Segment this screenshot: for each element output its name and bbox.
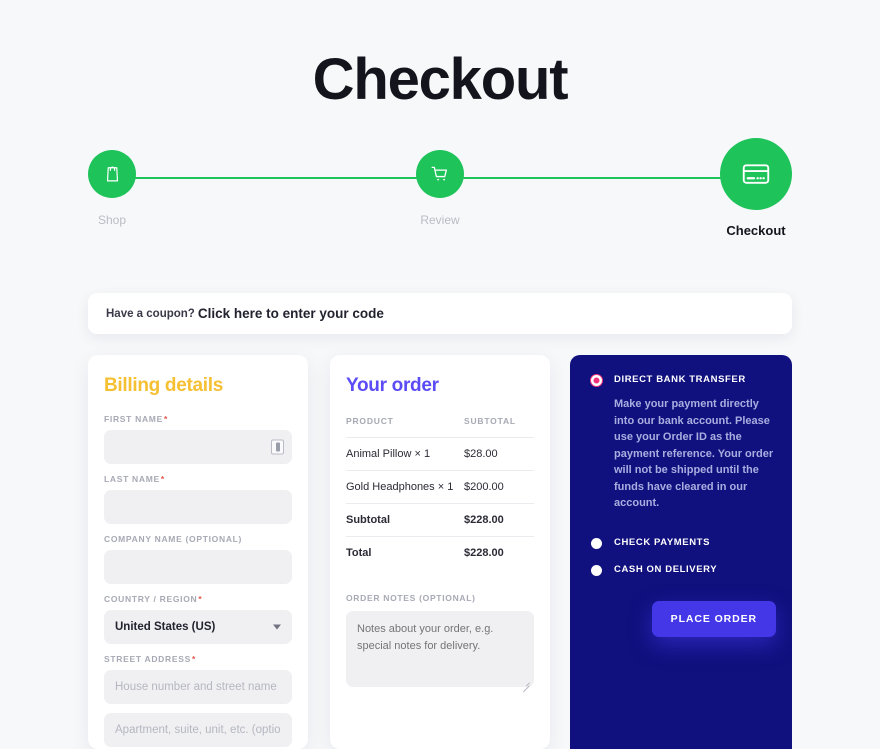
order-table-head: PRODUCT SUBTOTAL [346, 416, 534, 438]
order-row-product: Gold Headphones × 1 [346, 470, 456, 504]
first-name-field-group: FIRST NAME* [104, 414, 292, 464]
table-row: Total $228.00 [346, 536, 534, 569]
coupon-link[interactable]: Click here to enter your code [198, 306, 384, 321]
first-name-input[interactable] [104, 430, 292, 464]
country-region-select[interactable]: United States (US) [104, 610, 292, 644]
stepper-step-shop-label: Shop [97, 213, 127, 227]
required-asterisk: * [191, 654, 196, 664]
country-region-field-group: COUNTRY / REGION* United States (US) [104, 594, 292, 644]
street-address-line1-input[interactable] [104, 670, 292, 704]
place-order-button[interactable]: Place order [651, 600, 776, 637]
stepper-step-shop[interactable]: Shop [88, 150, 136, 228]
order-subtotal-label: Subtotal [346, 503, 456, 537]
first-name-input-wrap [104, 430, 292, 464]
credit-card-icon [742, 164, 770, 184]
last-name-label-text: LAST NAME [104, 474, 160, 484]
stepper-step-checkout-circle [720, 138, 792, 210]
order-row-subtotal: $200.00 [456, 470, 534, 504]
order-summary-table: PRODUCT SUBTOTAL Animal Pillow × 1 $28.0… [346, 416, 534, 569]
company-name-input[interactable] [104, 550, 292, 584]
last-name-input[interactable] [104, 490, 292, 524]
required-asterisk: * [198, 594, 203, 604]
order-notes-wrap [346, 611, 534, 693]
checkout-page: Checkout Shop Review Checkout Have a cou… [0, 0, 880, 749]
last-name-field-group: LAST NAME* [104, 474, 292, 524]
order-subtotal-value: $228.00 [456, 503, 534, 537]
order-row-subtotal: $28.00 [456, 437, 534, 471]
checkout-progress-stepper: Shop Review Checkout [88, 138, 792, 260]
stepper-step-checkout[interactable]: Checkout [720, 138, 792, 239]
payment-option-description: Make your payment directly into our bank… [614, 398, 774, 509]
required-asterisk: * [160, 474, 165, 484]
your-order-title: Your order [346, 375, 439, 396]
payment-option-label: CHECK PAYMENTS [614, 536, 711, 548]
table-row: Gold Headphones × 1 $200.00 [346, 470, 534, 504]
required-asterisk: * [163, 414, 168, 424]
country-region-label-text: COUNTRY / REGION [104, 594, 198, 604]
order-table-header-row: PRODUCT SUBTOTAL [346, 416, 534, 438]
stepper-step-review-label: Review [420, 213, 460, 227]
last-name-label: LAST NAME* [104, 474, 292, 484]
payment-methods-panel: DIRECT BANK TRANSFER Make your payment d… [570, 355, 792, 749]
first-name-label: FIRST NAME* [104, 414, 292, 424]
order-column-subtotal: SUBTOTAL [464, 416, 516, 426]
company-name-field-group: COMPANY NAME (OPTIONAL) [104, 534, 292, 584]
stepper-step-review[interactable]: Review [416, 150, 464, 228]
first-name-label-text: FIRST NAME [104, 414, 163, 424]
coupon-bar[interactable]: Have a coupon? Click here to enter your … [88, 293, 792, 334]
radio-cash-on-delivery[interactable] [591, 564, 602, 576]
billing-details-card: Billing details FIRST NAME* LAST NAME* C… [88, 355, 308, 749]
payment-option-label: DIRECT BANK TRANSFER [614, 374, 746, 385]
order-total-label: Total [346, 536, 456, 569]
stepper-step-shop-circle [88, 150, 136, 198]
stepper-step-review-circle [416, 150, 464, 198]
order-table-body: Animal Pillow × 1 $28.00 Gold Headphones… [346, 437, 534, 569]
table-row: Subtotal $228.00 [346, 503, 534, 537]
your-order-card: Your order PRODUCT SUBTOTAL Animal Pillo… [330, 355, 550, 749]
autofill-contact-icon[interactable] [271, 439, 284, 455]
company-name-label: COMPANY NAME (OPTIONAL) [104, 534, 243, 544]
payment-option-label: CASH ON DELIVERY [614, 563, 718, 575]
order-column-product: PRODUCT [346, 416, 394, 426]
payment-option-direct-bank-transfer[interactable]: DIRECT BANK TRANSFER Make your payment d… [586, 373, 776, 512]
street-address-label: STREET ADDRESS* [104, 654, 292, 664]
table-row: Animal Pillow × 1 $28.00 [346, 437, 534, 471]
radio-check-payments[interactable] [591, 537, 602, 549]
country-region-select-wrap[interactable]: United States (US) [104, 610, 292, 644]
payment-options-list: CHECK PAYMENTS CASH ON DELIVERY [586, 536, 776, 577]
order-notes-textarea[interactable] [346, 611, 534, 687]
page-title: Checkout [312, 47, 569, 112]
order-total-value: $228.00 [456, 536, 534, 569]
coupon-prompt: Have a coupon? [106, 307, 195, 320]
chevron-down-icon [273, 624, 281, 630]
radio-direct-bank-transfer[interactable] [591, 375, 602, 386]
payment-option-check-payments[interactable]: CHECK PAYMENTS [586, 536, 776, 550]
street-address-field-group: STREET ADDRESS* [104, 654, 292, 747]
shopping-bag-icon [106, 166, 118, 181]
payment-option-cash-on-delivery[interactable]: CASH ON DELIVERY [586, 563, 776, 577]
order-row-product: Animal Pillow × 1 [346, 437, 456, 471]
stepper-step-checkout-label: Checkout [726, 223, 786, 238]
billing-details-title: Billing details [104, 375, 224, 396]
street-address-line2-input[interactable] [104, 713, 292, 747]
country-region-label: COUNTRY / REGION* [104, 594, 292, 604]
street-address-label-text: STREET ADDRESS [104, 654, 191, 664]
order-notes-label: ORDER NOTES (OPTIONAL) [346, 593, 476, 603]
shopping-cart-icon [431, 166, 448, 181]
